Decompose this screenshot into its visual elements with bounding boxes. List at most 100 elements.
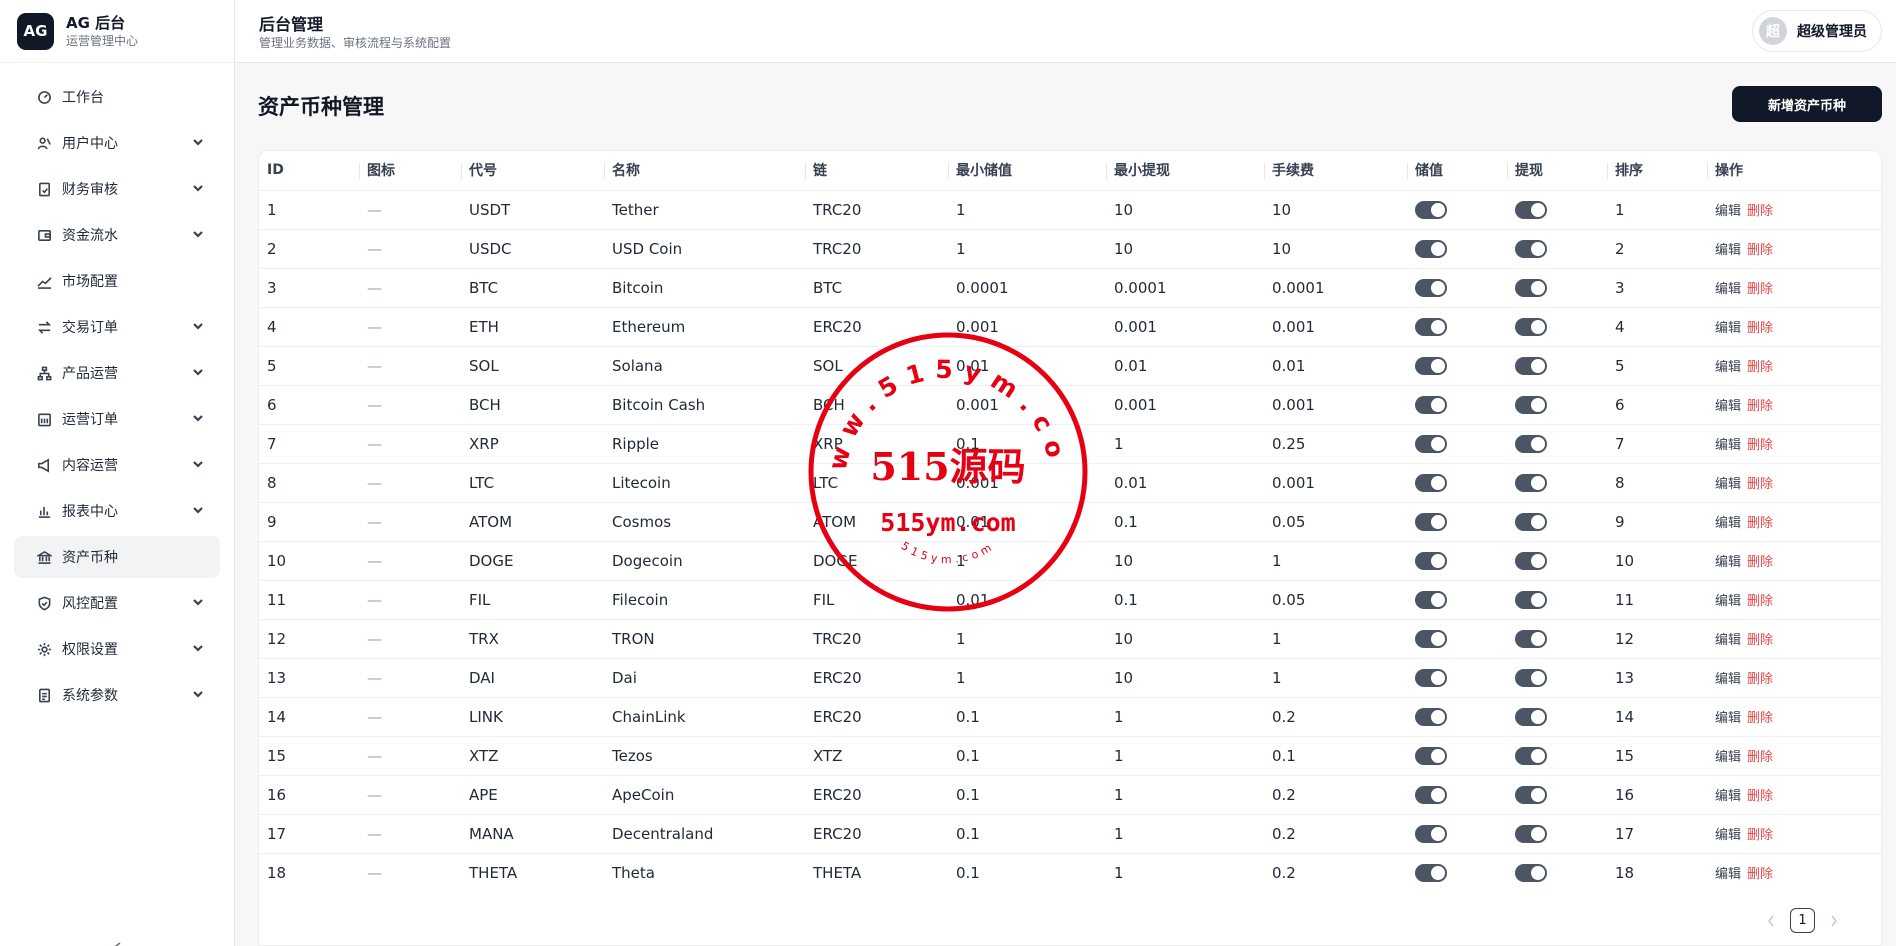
deposit-toggle[interactable] — [1415, 746, 1447, 765]
sidebar-item-label: 运营订单 — [62, 412, 118, 428]
withdraw-toggle[interactable] — [1515, 317, 1547, 336]
edit-link[interactable]: 编辑 — [1715, 594, 1741, 609]
withdraw-toggle[interactable] — [1515, 629, 1547, 648]
edit-link[interactable]: 编辑 — [1715, 516, 1741, 531]
deposit-toggle[interactable] — [1415, 668, 1447, 687]
deposit-toggle[interactable] — [1415, 864, 1447, 882]
withdraw-toggle[interactable] — [1515, 434, 1547, 453]
deposit-toggle[interactable] — [1415, 200, 1447, 219]
deposit-toggle[interactable] — [1415, 434, 1447, 453]
deposit-toggle[interactable] — [1415, 824, 1447, 843]
delete-link[interactable]: 删除 — [1747, 828, 1773, 843]
sidebar-item-3[interactable]: 资金流水 — [14, 214, 220, 256]
delete-link[interactable]: 删除 — [1747, 516, 1773, 531]
edit-link[interactable]: 编辑 — [1715, 555, 1741, 570]
code-cell: LINK — [469, 707, 503, 726]
edit-link[interactable]: 编辑 — [1715, 282, 1741, 297]
sidebar-item-4[interactable]: 市场配置 — [14, 260, 220, 302]
edit-link[interactable]: 编辑 — [1715, 867, 1741, 882]
deposit-toggle[interactable] — [1415, 356, 1447, 375]
deposit-toggle[interactable] — [1415, 239, 1447, 258]
withdraw-toggle[interactable] — [1515, 356, 1547, 375]
withdraw-toggle[interactable] — [1515, 395, 1547, 414]
delete-link[interactable]: 删除 — [1747, 867, 1773, 882]
edit-link[interactable]: 编辑 — [1715, 438, 1741, 453]
sidebar-item-0[interactable]: 工作台 — [14, 76, 220, 118]
edit-link[interactable]: 编辑 — [1715, 672, 1741, 687]
edit-link[interactable]: 编辑 — [1715, 399, 1741, 414]
withdraw-toggle[interactable] — [1515, 824, 1547, 843]
sidebar-item-2[interactable]: 财务审核 — [14, 168, 220, 210]
deposit-toggle[interactable] — [1415, 551, 1447, 570]
deposit-toggle[interactable] — [1415, 512, 1447, 531]
sidebar-item-13[interactable]: 系统参数 — [14, 674, 220, 716]
document-icon — [36, 687, 52, 703]
edit-link[interactable]: 编辑 — [1715, 477, 1741, 492]
edit-link[interactable]: 编辑 — [1715, 360, 1741, 375]
delete-link[interactable]: 删除 — [1747, 555, 1773, 570]
deposit-toggle[interactable] — [1415, 707, 1447, 726]
sidebar-item-8[interactable]: 内容运营 — [14, 444, 220, 486]
withdraw-toggle[interactable] — [1515, 590, 1547, 609]
deposit-toggle[interactable] — [1415, 395, 1447, 414]
delete-link[interactable]: 删除 — [1747, 750, 1773, 765]
page-number-current[interactable]: 1 — [1790, 908, 1815, 933]
deposit-toggle[interactable] — [1415, 278, 1447, 297]
edit-link[interactable]: 编辑 — [1715, 789, 1741, 804]
add-asset-button[interactable]: 新增资产币种 — [1732, 86, 1882, 122]
delete-link[interactable]: 删除 — [1747, 360, 1773, 375]
icon-cell: — — [367, 434, 382, 453]
withdraw-toggle[interactable] — [1515, 512, 1547, 531]
deposit-toggle[interactable] — [1415, 590, 1447, 609]
edit-link[interactable]: 编辑 — [1715, 204, 1741, 219]
deposit-toggle[interactable] — [1415, 629, 1447, 648]
sidebar-item-9[interactable]: 报表中心 — [14, 490, 220, 532]
column-header: 链 — [805, 151, 948, 190]
sidebar-item-6[interactable]: 产品运营 — [14, 352, 220, 394]
withdraw-toggle[interactable] — [1515, 551, 1547, 570]
edit-link[interactable]: 编辑 — [1715, 243, 1741, 258]
edit-link[interactable]: 编辑 — [1715, 633, 1741, 648]
delete-link[interactable]: 删除 — [1747, 711, 1773, 726]
next-page-icon[interactable] — [1827, 914, 1841, 928]
withdraw-toggle[interactable] — [1515, 707, 1547, 726]
withdraw-toggle[interactable] — [1515, 785, 1547, 804]
withdraw-toggle[interactable] — [1515, 864, 1547, 882]
deposit-toggle[interactable] — [1415, 317, 1447, 336]
edit-link[interactable]: 编辑 — [1715, 750, 1741, 765]
column-header: 手续费 — [1264, 151, 1407, 190]
delete-link[interactable]: 删除 — [1747, 633, 1773, 648]
withdraw-toggle[interactable] — [1515, 200, 1547, 219]
delete-link[interactable]: 删除 — [1747, 321, 1773, 336]
delete-link[interactable]: 删除 — [1747, 789, 1773, 804]
sidebar-item-1[interactable]: 用户中心 — [14, 122, 220, 164]
delete-link[interactable]: 删除 — [1747, 594, 1773, 609]
collapse-handle-icon[interactable] — [110, 936, 122, 946]
sidebar-item-12[interactable]: 权限设置 — [14, 628, 220, 670]
edit-link[interactable]: 编辑 — [1715, 711, 1741, 726]
withdraw-toggle[interactable] — [1515, 239, 1547, 258]
delete-link[interactable]: 删除 — [1747, 282, 1773, 297]
withdraw-toggle[interactable] — [1515, 473, 1547, 492]
delete-link[interactable]: 删除 — [1747, 399, 1773, 414]
user-menu[interactable]: 超 超级管理员 — [1752, 10, 1882, 52]
delete-link[interactable]: 删除 — [1747, 243, 1773, 258]
delete-link[interactable]: 删除 — [1747, 672, 1773, 687]
network-icon — [36, 365, 52, 381]
delete-link[interactable]: 删除 — [1747, 438, 1773, 453]
sidebar-item-5[interactable]: 交易订单 — [14, 306, 220, 348]
sidebar-item-10[interactable]: 资产币种 — [14, 536, 220, 578]
sidebar-item-11[interactable]: 风控配置 — [14, 582, 220, 624]
delete-link[interactable]: 删除 — [1747, 477, 1773, 492]
sidebar-item-7[interactable]: 运营订单 — [14, 398, 220, 440]
actions-cell: 编辑 删除 — [1707, 736, 1883, 775]
withdraw-toggle[interactable] — [1515, 668, 1547, 687]
withdraw-toggle[interactable] — [1515, 746, 1547, 765]
delete-link[interactable]: 删除 — [1747, 204, 1773, 219]
withdraw-toggle[interactable] — [1515, 278, 1547, 297]
prev-page-icon[interactable] — [1764, 914, 1778, 928]
deposit-toggle[interactable] — [1415, 473, 1447, 492]
deposit-toggle[interactable] — [1415, 785, 1447, 804]
edit-link[interactable]: 编辑 — [1715, 321, 1741, 336]
edit-link[interactable]: 编辑 — [1715, 828, 1741, 843]
